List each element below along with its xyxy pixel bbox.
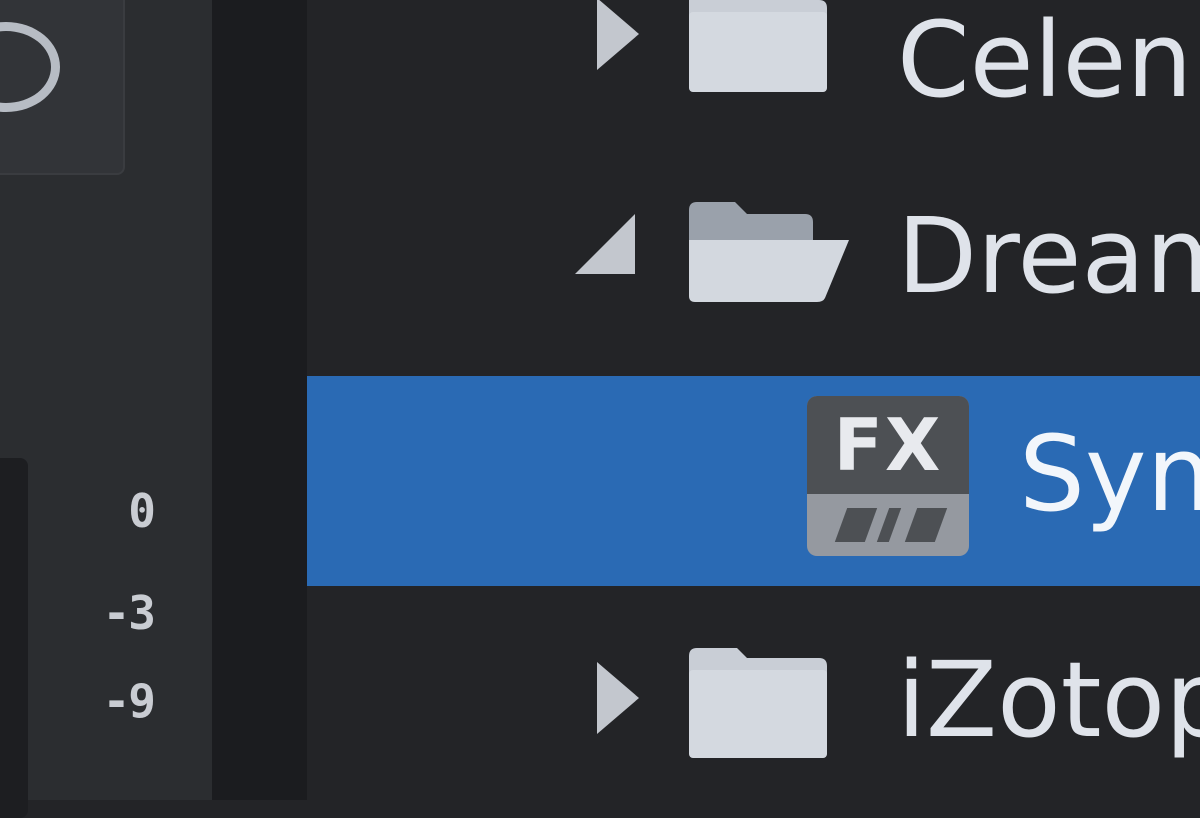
tree-item-plugin[interactable]: FX Syn: [307, 376, 1200, 586]
tree-item-folder[interactable]: Dream: [307, 140, 1200, 350]
level-meter: [0, 458, 28, 818]
tree-item-label: Dream: [897, 195, 1200, 317]
panel-divider: [212, 0, 307, 800]
fx-badge-stripe: [834, 508, 878, 542]
meter-scale-label: -9: [102, 674, 156, 728]
plugin-browser-tree: Celen Dream FX Syn iZotop: [307, 0, 1200, 800]
tree-item-label: iZotop: [897, 639, 1200, 761]
mixer-strip: 0 -3 -9: [0, 0, 212, 818]
tree-item-folder[interactable]: Celen: [307, 0, 1200, 138]
folder-closed-icon: [689, 0, 827, 92]
fx-plugin-icon: FX: [807, 396, 969, 556]
loop-icon: [0, 22, 60, 112]
expand-arrow-icon[interactable]: [597, 662, 639, 734]
tree-item-label: Syn: [1019, 413, 1200, 535]
meter-scale-label: -3: [102, 586, 156, 640]
fx-badge-stripe: [876, 508, 902, 542]
folder-closed-icon: [689, 648, 827, 758]
meter-scale-label: 0: [128, 484, 156, 538]
tree-item-folder[interactable]: iZotop: [307, 590, 1200, 800]
fx-badge-stripe: [904, 508, 948, 542]
collapse-arrow-icon[interactable]: [575, 214, 635, 274]
expand-arrow-icon[interactable]: [597, 0, 639, 70]
control-button[interactable]: [0, 0, 125, 175]
tree-item-label: Celen: [897, 0, 1193, 121]
fx-badge-text: FX: [807, 396, 969, 494]
folder-open-icon: [689, 202, 849, 302]
